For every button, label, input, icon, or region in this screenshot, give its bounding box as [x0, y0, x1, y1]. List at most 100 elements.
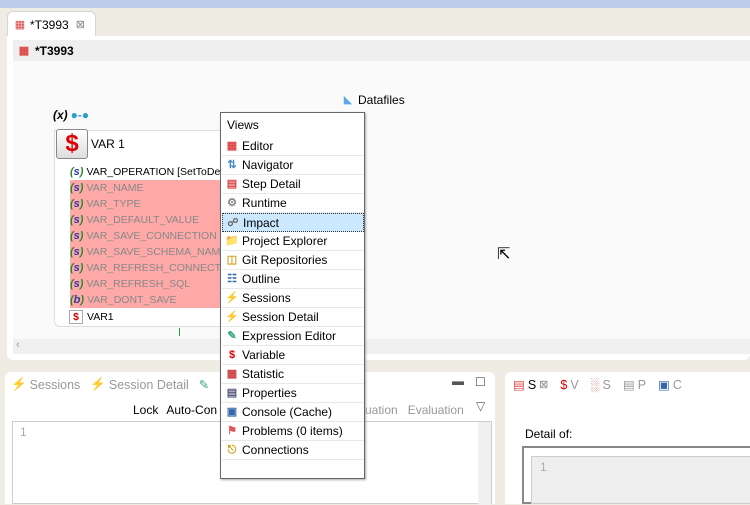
- menu-item-properties[interactable]: ▤ Properties: [222, 384, 364, 403]
- git-icon: ◫: [226, 254, 238, 266]
- variable-small-icon: $: [69, 310, 83, 324]
- menu-item-label: Project Explorer: [242, 234, 328, 248]
- variable-row-label: VAR_OPERATION [SetToDefault]: [86, 166, 222, 178]
- menu-item-session-detail[interactable]: ⚡ Session Detail: [222, 308, 364, 327]
- editor-icon: ▦: [18, 44, 30, 57]
- variable-row-label: VAR_SAVE_CONNECTION: [86, 230, 217, 242]
- page-title: *T3993: [35, 43, 74, 58]
- menu-item-sessions[interactable]: ⚡ Sessions: [222, 289, 364, 308]
- tab-session-detail[interactable]: ⚡ Session Detail: [90, 377, 188, 392]
- chart-icon: ░: [590, 377, 600, 392]
- table-icon: ▤: [622, 378, 635, 392]
- menu-item-step-detail[interactable]: ▤ Step Detail: [222, 175, 364, 194]
- menu-item-label: Statistic: [242, 367, 285, 381]
- variable-box[interactable]: (s)VAR_OPERATION [SetToDefault](s)VAR_NA…: [54, 130, 230, 327]
- tab-properties[interactable]: ▤ P: [622, 377, 646, 393]
- vertical-scrollbar[interactable]: [478, 422, 491, 505]
- variable-row[interactable]: (s) VAR_NAME: [70, 180, 222, 196]
- variable-row[interactable]: (s)VAR_OPERATION [SetToDefault]: [70, 164, 222, 180]
- lightning-icon: ⚡: [225, 292, 239, 304]
- variable-row-label: VAR_REFRESH_CONNECTION: [86, 262, 222, 274]
- variable-footer: $ VAR1: [69, 310, 114, 324]
- variable-row[interactable]: (s) VAR_REFRESH_SQL: [70, 276, 222, 292]
- views-menu: Views ▦ Editor ⇅ Navigator ▤ Step Detail ⚙ Runt…: [220, 112, 365, 479]
- string-type-icon: (s): [70, 278, 84, 290]
- string-type-icon: (s): [70, 198, 84, 210]
- editor-header: ▦ *T3993: [13, 40, 750, 61]
- lightning-icon: ⚡: [11, 377, 27, 391]
- tab-expression-editor[interactable]: ✎: [199, 377, 209, 392]
- menu-item-problems-0-items[interactable]: ⚑ Problems (0 items): [222, 422, 364, 441]
- variable-row-label: VAR_TYPE: [86, 198, 141, 210]
- window-top-strip: [0, 0, 750, 8]
- datafiles-icon: ◣: [343, 94, 353, 106]
- detail-frame: 1: [522, 446, 750, 504]
- menu-item-project-explorer[interactable]: 📁 Project Explorer: [222, 232, 364, 251]
- tab-console[interactable]: ▣ C: [658, 377, 682, 393]
- auto-complete-button[interactable]: Auto-Con: [166, 403, 217, 417]
- lock-button[interactable]: Lock: [133, 403, 158, 417]
- menu-item-label: Runtime: [242, 196, 287, 210]
- menu-item-label: Problems (0 items): [242, 424, 343, 438]
- tab-statistic[interactable]: ░ S: [591, 377, 611, 392]
- menu-item-console-cache[interactable]: ▣ Console (Cache): [222, 403, 364, 422]
- view-menu-icon[interactable]: ▽: [476, 399, 485, 413]
- table-icon: ▤: [226, 387, 238, 399]
- variable-row[interactable]: (s) VAR_TYPE: [70, 196, 222, 212]
- menu-item-label: Git Repositories: [242, 253, 328, 267]
- menu-item-expression-editor[interactable]: ✎ Expression Editor: [222, 327, 364, 346]
- menu-item-label: Session Detail: [242, 310, 319, 324]
- tab-label: S: [602, 377, 611, 392]
- variable-row[interactable]: (s)VAR_REFRESH_CONNECTION: [70, 260, 222, 276]
- string-type-icon: (s): [70, 262, 84, 274]
- tab-variable[interactable]: $ V: [560, 377, 578, 392]
- dollar-icon: $: [560, 377, 568, 392]
- step-detail-icon: ▤: [226, 178, 238, 190]
- editor-icon: ▦: [226, 140, 238, 152]
- menu-item-statistic[interactable]: ▩ Statistic: [222, 365, 364, 384]
- menu-item-runtime[interactable]: ⚙ Runtime: [222, 194, 364, 213]
- pencil-icon: ✎: [227, 330, 237, 342]
- close-icon[interactable]: ⊠: [76, 18, 85, 31]
- maximize-button[interactable]: ☐: [475, 375, 486, 389]
- menu-item-connections[interactable]: ⎋ Connections: [222, 441, 364, 460]
- bottom-right-panel: ▤ S ⊠ $ V ░ S ▤ P ▣ C Detail of: 1: [505, 372, 750, 504]
- variable-row[interactable]: (s) VAR_SAVE_CONNECTION: [70, 228, 222, 244]
- variable-row-label: VAR_DONT_SAVE: [87, 294, 177, 306]
- menu-item-label: Step Detail: [242, 177, 301, 191]
- variable-row[interactable]: (s) VAR_DEFAULT_VALUE: [70, 212, 222, 228]
- tab-label: V: [570, 377, 579, 392]
- folder-icon: 📁: [225, 235, 239, 247]
- session-detail-icon: ⚡: [90, 377, 106, 391]
- outline-icon: ☷: [227, 273, 237, 285]
- evaluation-button-2[interactable]: Evaluation: [408, 403, 464, 417]
- tab-label: S: [527, 377, 537, 392]
- menu-item-outline[interactable]: ☷ Outline: [222, 270, 364, 289]
- close-icon[interactable]: ⊠: [539, 378, 548, 391]
- horizontal-scrollbar[interactable]: ‹: [13, 339, 750, 354]
- datafiles-node[interactable]: ◣ Datafiles: [341, 93, 405, 107]
- editor-icon: ▦: [14, 18, 26, 31]
- tab-step-detail[interactable]: ▤ S ⊠: [513, 377, 548, 393]
- impact-icon: ☍: [227, 216, 239, 229]
- menu-heading: Views: [227, 118, 259, 132]
- menu-item-variable[interactable]: $ Variable: [222, 346, 364, 365]
- menu-item-editor[interactable]: ▦ Editor: [222, 137, 364, 156]
- detail-code-editor[interactable]: 1: [531, 456, 750, 504]
- dollar-icon: $: [56, 129, 88, 159]
- step-detail-icon: ▤: [513, 378, 525, 392]
- pencil-icon: ✎: [198, 378, 210, 392]
- variable-row[interactable]: (b) VAR_DONT_SAVE: [70, 292, 222, 308]
- tab-sessions[interactable]: ⚡ Sessions: [11, 377, 80, 392]
- menu-item-navigator[interactable]: ⇅ Navigator: [222, 156, 364, 175]
- variable-name: VAR 1: [91, 137, 125, 151]
- evaluation-button[interactable]: uation: [365, 403, 398, 417]
- minimize-button[interactable]: ▬: [452, 374, 464, 388]
- editor-tab[interactable]: ▦ *T3993 ⊠: [7, 11, 96, 37]
- menu-item-git-repositories[interactable]: ◫ Git Repositories: [222, 251, 364, 270]
- variable-marker: (x) ●-●: [53, 108, 89, 122]
- menu-item-impact[interactable]: ☍ Impact: [222, 213, 364, 232]
- link-icon: ●-●: [70, 108, 90, 122]
- line-number: 1: [20, 425, 27, 439]
- variable-row[interactable]: (s) VAR_SAVE_SCHEMA_NAME: [70, 244, 222, 260]
